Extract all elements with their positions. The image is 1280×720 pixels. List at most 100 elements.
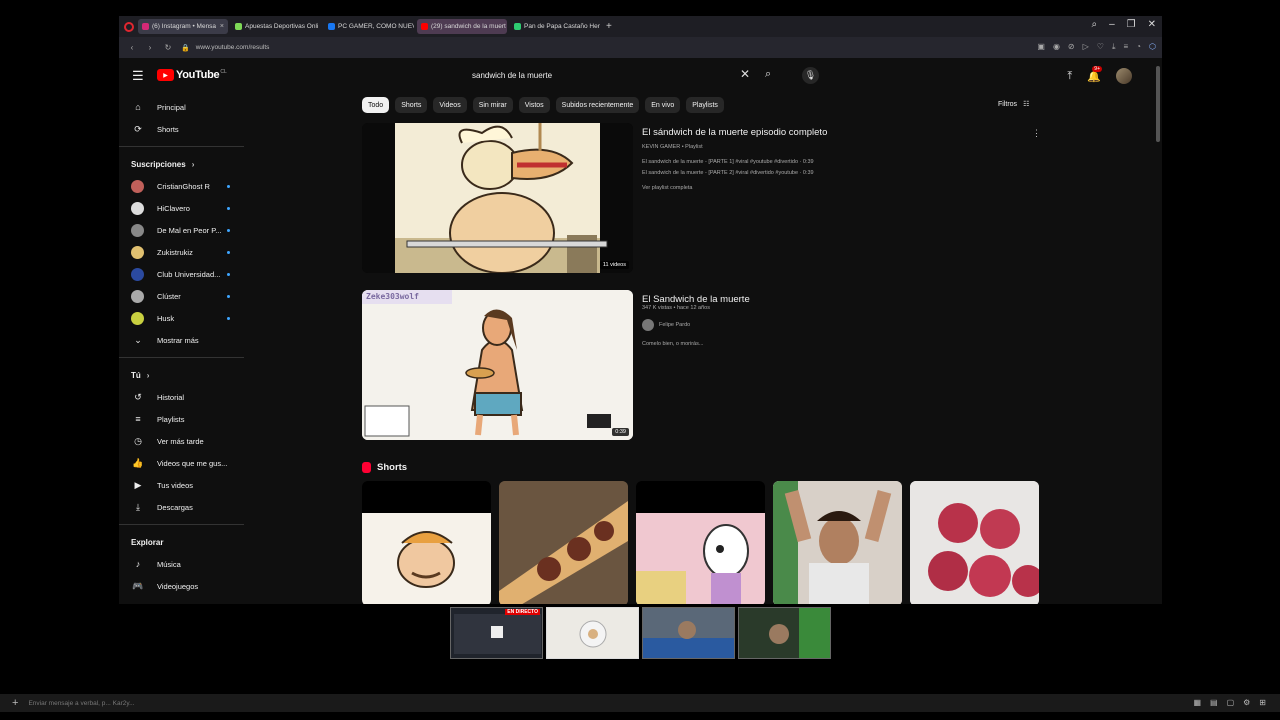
filter-chip[interactable]: Sin mirar	[472, 97, 513, 113]
close-tab-icon[interactable]: ×	[220, 23, 224, 30]
layout-icon[interactable]: ▤	[1210, 698, 1218, 707]
subscription-item[interactable]: Clúster	[119, 285, 244, 307]
subscriptions-heading[interactable]: Suscripciones ›	[119, 153, 244, 175]
result-video[interactable]: Zeke303wolf 0:39 El Sandwich de la muert…	[362, 290, 1042, 450]
reload-icon[interactable]: ↻	[159, 43, 177, 52]
player-icon[interactable]: ▷	[1083, 42, 1089, 52]
short-card[interactable]	[362, 481, 491, 604]
url-field[interactable]: www.youtube.com/results	[196, 44, 270, 51]
scene-thumbnail[interactable]	[738, 607, 831, 659]
camera-icon[interactable]: ◉	[1053, 42, 1060, 52]
forward-icon[interactable]: ›	[141, 43, 159, 52]
sidebar-item[interactable]: ↺ Historial	[119, 386, 244, 408]
sidebar-item[interactable]: ▤ Noticias	[119, 597, 244, 605]
settings-icon[interactable]: ⚙	[1243, 698, 1250, 707]
filter-chip[interactable]: Vistos	[518, 97, 550, 113]
menu-icon[interactable]: ≡	[1124, 42, 1129, 52]
short-card[interactable]	[773, 481, 902, 604]
filter-chip[interactable]: Subidos recientemente	[555, 97, 640, 113]
add-icon[interactable]: +	[12, 697, 18, 709]
subscription-item[interactable]: Club Universidad...	[119, 263, 244, 285]
short-card[interactable]	[499, 481, 628, 604]
adblock-icon[interactable]: ⊘	[1068, 42, 1075, 52]
sidebar-item[interactable]: 🎮 Videojuegos	[119, 575, 244, 597]
back-icon[interactable]: ‹	[123, 43, 141, 52]
chat-icon[interactable]: ▢	[1227, 698, 1235, 707]
sidebar-item-label: Música	[157, 559, 181, 569]
subscription-item[interactable]: De Mal en Peor P...	[119, 219, 244, 241]
short-card[interactable]	[910, 481, 1039, 604]
subscription-item[interactable]: CristianGhost R	[119, 175, 244, 197]
playlist-item[interactable]: El sandwich de la muerte - [PARTE 2] #vi…	[642, 170, 814, 176]
browser-tab[interactable]: (6) Instagram • Mensa ×	[138, 19, 228, 34]
scene-thumbnail[interactable]: EN DIRECTO	[450, 607, 543, 659]
new-tab-button[interactable]: +	[606, 21, 612, 32]
extension-icon[interactable]: ▣	[1037, 42, 1045, 52]
browser-tab[interactable]: PC GAMER, COMO NUEVA	[324, 19, 414, 34]
account-avatar[interactable]	[1116, 68, 1132, 84]
you-heading[interactable]: Tú ›	[119, 364, 244, 386]
search-input[interactable]: sandwich de la muerte	[472, 71, 552, 80]
sidebar-item[interactable]: ♪ Música	[119, 553, 244, 575]
result-meta[interactable]: KEVIN GAMER • Playlist	[642, 144, 703, 150]
close-window-icon[interactable]: ✕	[1148, 19, 1156, 30]
filters-button[interactable]: Filtros ☷	[998, 100, 1029, 109]
youtube-logo[interactable]: ▶ YouTube CL	[157, 69, 227, 81]
browser-tab[interactable]: Apuestas Deportivas Onli	[231, 19, 321, 34]
search-tabs-icon[interactable]: ⌕	[1091, 19, 1097, 30]
playlist-item[interactable]: El sandwich de la muerte - [PARTE 1] #vi…	[642, 159, 814, 165]
browser-tab[interactable]: Pan de Papa Castaño Her	[510, 19, 600, 34]
result-title[interactable]: El Sandwich de la muerte	[642, 294, 750, 305]
browser-tab[interactable]: (29) sandwich de la muert	[417, 19, 507, 34]
clear-search-icon[interactable]: ✕	[740, 67, 750, 81]
sidebar-item[interactable]: ▶ Tus videos	[119, 474, 244, 496]
heart-icon[interactable]: ♡	[1097, 42, 1104, 52]
notifications-icon[interactable]: 🔔 9+	[1087, 65, 1102, 83]
minimize-icon[interactable]: –	[1109, 19, 1115, 30]
sidebar-item[interactable]: ⟳ Shorts	[119, 118, 244, 140]
vpn-icon[interactable]: ⬡	[1149, 42, 1156, 52]
sidebar-item[interactable]: ≡ Playlists	[119, 408, 244, 430]
more-options-icon[interactable]: ⋮	[1032, 128, 1041, 139]
result-playlist[interactable]: 11 videos El sándwich de la muerte episo…	[362, 123, 1042, 283]
sidebar-scroll-up-icon[interactable]: ▲	[243, 104, 244, 110]
playlist-thumbnail[interactable]: 11 videos	[362, 123, 633, 273]
show-more-button[interactable]: ⌄ Mostrar más	[119, 329, 244, 351]
opera-logo-icon[interactable]	[124, 21, 134, 32]
profile-icon[interactable]: ◔	[1136, 42, 1141, 52]
restore-icon[interactable]: ❐	[1127, 19, 1136, 30]
filter-chip[interactable]: Videos	[433, 97, 467, 113]
video-thumbnail[interactable]: Zeke303wolf 0:39	[362, 290, 633, 440]
view-full-playlist-link[interactable]: Ver playlist completa	[642, 185, 692, 191]
filter-chip[interactable]: Shorts	[395, 97, 428, 113]
menu-hamburger-icon[interactable]: ☰	[132, 68, 144, 84]
scene-preview	[739, 608, 830, 658]
chat-input[interactable]: Enviar mensaje a verbal, p... Kar2y...	[28, 700, 134, 707]
page-scrollbar[interactable]	[1156, 66, 1160, 142]
upload-icon[interactable]: ⤒	[1067, 70, 1072, 83]
subscription-item[interactable]: HiClavero	[119, 197, 244, 219]
voice-search-icon[interactable]: 🎙	[802, 67, 819, 84]
downloads-icon[interactable]: ⤓	[1112, 42, 1116, 52]
result-title[interactable]: El sándwich de la muerte episodio comple…	[642, 127, 827, 138]
search-icon[interactable]: ⌕	[765, 68, 771, 81]
subscription-item[interactable]: Zukistrukiz	[119, 241, 244, 263]
search-box[interactable]: sandwich de la muerte ✕ ⌕	[459, 65, 771, 85]
sidebar-item[interactable]: 👍 Videos que me gus...	[119, 452, 244, 474]
filter-chip[interactable]: Playlists	[686, 97, 724, 113]
scene-thumbnail[interactable]	[642, 607, 735, 659]
sidebar-item[interactable]: ⌂ Principal	[119, 96, 244, 118]
filter-chip[interactable]: En vivo	[645, 97, 681, 113]
sidebar-item-label: Playlists	[157, 414, 185, 424]
channel-name[interactable]: Felipe Pardo	[659, 322, 690, 328]
short-card[interactable]	[636, 481, 765, 604]
grid-icon[interactable]: ▦	[1193, 698, 1201, 707]
sidebar-item[interactable]: ⤓ Descargas	[119, 496, 244, 518]
sidebar-item[interactable]: ◷ Ver más tarde	[119, 430, 244, 452]
channel-row[interactable]: Felipe Pardo	[642, 319, 690, 331]
scene-thumbnail[interactable]	[546, 607, 639, 659]
filter-chip[interactable]: Todo	[362, 97, 390, 113]
apps-icon[interactable]: ⊞	[1259, 698, 1266, 707]
channel-avatar[interactable]	[642, 319, 654, 331]
subscription-item[interactable]: Husk	[119, 307, 244, 329]
